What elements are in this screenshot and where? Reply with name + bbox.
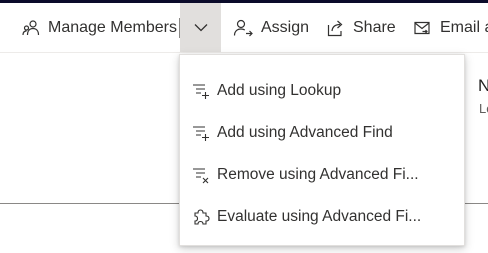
remove-list-icon — [192, 166, 210, 184]
assign-label: Assign — [261, 18, 310, 36]
manage-members-button[interactable]: Manage Members — [22, 3, 177, 52]
email-link-icon — [413, 19, 432, 37]
add-list-icon — [192, 82, 210, 100]
puzzle-icon — [192, 208, 210, 226]
menu-item-label: Remove using Advanced Fi... — [217, 166, 419, 183]
people-icon — [22, 19, 40, 37]
peek-subtitle: Lo — [479, 101, 488, 116]
menu-item-label: Add using Lookup — [217, 82, 342, 99]
dropdown-menu: Add using Lookup Add using Advanced Find… — [179, 54, 465, 246]
peek-title: N — [478, 76, 488, 95]
command-bar: Manage Members Assign Share Email — [0, 3, 488, 53]
menu-item-evaluate-using-advanced-find[interactable]: Evaluate using Advanced Fi... — [180, 196, 464, 238]
share-icon — [327, 19, 345, 37]
share-button[interactable]: Share — [327, 3, 396, 52]
assign-button[interactable]: Assign — [233, 3, 309, 52]
person-assign-icon — [233, 19, 253, 37]
manage-members-label: Manage Members — [48, 18, 177, 36]
share-label: Share — [353, 18, 396, 36]
menu-item-label: Add using Advanced Find — [217, 124, 393, 141]
email-link-label: Email a — [440, 18, 488, 36]
menu-item-add-using-lookup[interactable]: Add using Lookup — [180, 70, 464, 112]
menu-item-label: Evaluate using Advanced Fi... — [217, 208, 422, 225]
manage-members-dropdown-button[interactable] — [180, 3, 221, 52]
chevron-down-icon — [194, 19, 208, 37]
add-list-icon — [192, 124, 210, 142]
menu-item-add-using-advanced-find[interactable]: Add using Advanced Find — [180, 112, 464, 154]
email-link-button[interactable]: Email a — [413, 3, 488, 52]
menu-item-remove-using-advanced-find[interactable]: Remove using Advanced Fi... — [180, 154, 464, 196]
